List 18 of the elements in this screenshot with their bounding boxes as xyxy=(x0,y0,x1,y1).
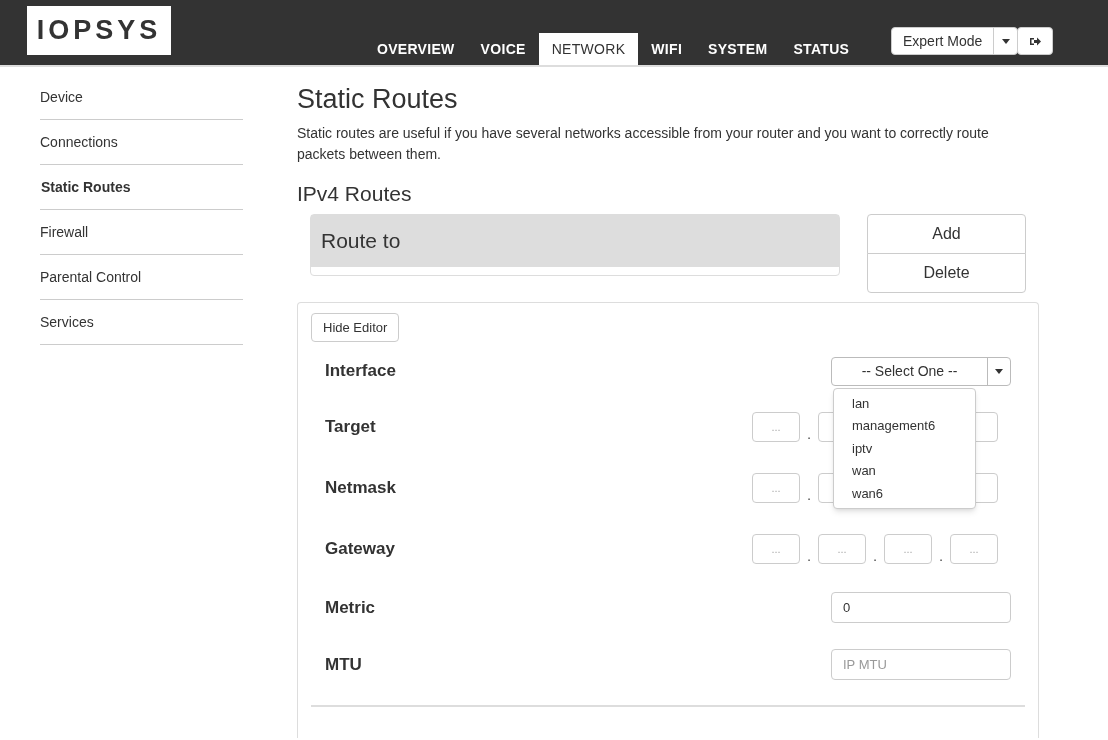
dot-separator: . xyxy=(806,427,812,442)
field-label: Metric xyxy=(325,596,376,619)
field-label: Target xyxy=(325,415,376,438)
dot-separator: . xyxy=(872,549,878,564)
dot-separator: . xyxy=(806,549,812,564)
logo: IOPSYS xyxy=(27,6,171,55)
page-title: Static Routes xyxy=(297,83,459,116)
section-title: IPv4 Routes xyxy=(297,181,413,207)
dot-separator: . xyxy=(806,488,812,503)
table-header: Route to xyxy=(311,215,839,267)
select-value: -- Select One -- xyxy=(832,357,988,385)
field-label: Netmask xyxy=(325,476,396,499)
mode-label: Expert Mode xyxy=(892,28,995,54)
field-label: Gateway xyxy=(325,537,395,560)
dot-separator: . xyxy=(938,549,944,564)
field-label: Interface xyxy=(325,360,396,383)
field-label: MTU xyxy=(325,653,362,676)
description: Static routes are useful if you have several networks accessible from your router and you want to correctly route packets between them. xyxy=(297,124,990,164)
